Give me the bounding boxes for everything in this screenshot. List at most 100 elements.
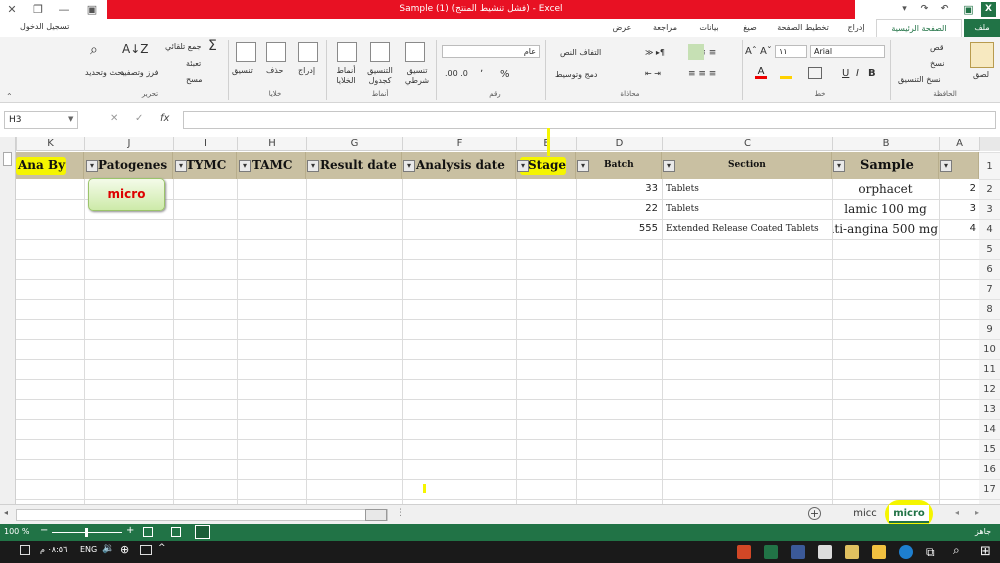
- row-header[interactable]: 5: [979, 239, 1000, 259]
- row-header[interactable]: 3: [979, 199, 1000, 219]
- row-header[interactable]: 7: [979, 279, 1000, 299]
- cell-d4[interactable]: 555: [577, 219, 660, 239]
- filter-dropdown-j[interactable]: ▾: [175, 160, 187, 172]
- orientation-icons[interactable]: ≫ ▸¶: [645, 48, 665, 57]
- page-break-view-icon[interactable]: [143, 527, 153, 537]
- taskbar-clock[interactable]: ٠٨:٥٦ م: [40, 545, 67, 554]
- copy-button[interactable]: نسخ: [930, 59, 945, 68]
- indent-icons[interactable]: ⇤ ⇥: [645, 69, 661, 78]
- column-header-h[interactable]: H: [237, 137, 306, 151]
- filter-dropdown-c[interactable]: ▾: [833, 160, 845, 172]
- cell-b3[interactable]: lamic 100 mg: [833, 199, 938, 219]
- row-header[interactable]: 9: [979, 319, 1000, 339]
- autosum-button[interactable]: جمع تلقائي: [165, 42, 202, 51]
- column-header-b[interactable]: B: [832, 137, 939, 151]
- find-select-icon[interactable]: ⌕: [90, 42, 98, 58]
- sheet-nav-next-icon[interactable]: ▸: [975, 508, 979, 517]
- network-icon[interactable]: ⊕: [120, 543, 129, 556]
- ribbon-display-options-icon[interactable]: ▣: [80, 0, 104, 19]
- name-box[interactable]: H3: [4, 111, 78, 129]
- sheet-tab-micro[interactable]: micro: [889, 505, 929, 523]
- row-header[interactable]: 6: [979, 259, 1000, 279]
- align-horizontal-icons[interactable]: ≡ ≡ ≡: [688, 69, 716, 79]
- volume-icon[interactable]: 🔉: [102, 543, 114, 554]
- cell-c4[interactable]: Extended Release Coated Tablets: [666, 219, 831, 239]
- row-header[interactable]: 17: [979, 479, 1000, 499]
- micro-button[interactable]: micro: [88, 178, 165, 211]
- paste-button[interactable]: لصق: [973, 70, 989, 79]
- close-window-button[interactable]: ✕: [0, 0, 24, 19]
- collapse-ribbon-icon[interactable]: ⌃: [6, 92, 13, 101]
- cell-styles-icon[interactable]: [337, 42, 357, 62]
- name-box-dropdown-icon[interactable]: ▼: [68, 115, 73, 123]
- row-header[interactable]: 2: [979, 179, 1000, 199]
- mail-icon[interactable]: [818, 545, 832, 559]
- row-header[interactable]: 16: [979, 459, 1000, 479]
- store-icon[interactable]: [845, 545, 859, 559]
- autosum-icon[interactable]: Σ: [208, 38, 217, 54]
- column-header-i[interactable]: I: [173, 137, 237, 151]
- task-view-icon[interactable]: ⧉: [926, 545, 935, 560]
- borders-icon[interactable]: [808, 67, 822, 79]
- comma-button[interactable]: ٬: [480, 69, 483, 80]
- row-header[interactable]: 15: [979, 439, 1000, 459]
- column-header-f[interactable]: F: [402, 137, 516, 151]
- insert-cells-button[interactable]: إدراج: [298, 66, 315, 75]
- split-handle-icon[interactable]: ⋮: [396, 508, 405, 518]
- row-header[interactable]: 12: [979, 379, 1000, 399]
- horizontal-scrollbar[interactable]: [16, 509, 388, 521]
- tab-data[interactable]: بيانات: [688, 19, 730, 37]
- column-header-g[interactable]: G: [306, 137, 402, 151]
- decimal-icons[interactable]: .00 .0: [445, 69, 468, 78]
- row-header[interactable]: 11: [979, 359, 1000, 379]
- scroll-thumb[interactable]: [3, 152, 12, 166]
- restore-window-button[interactable]: ❐: [26, 0, 50, 19]
- filter-dropdown-h[interactable]: ▾: [307, 160, 319, 172]
- delete-cells-icon[interactable]: [266, 42, 286, 62]
- tab-formulas[interactable]: صيغ: [732, 19, 768, 37]
- zoom-out-icon[interactable]: −: [40, 525, 48, 536]
- redo-icon[interactable]: ↷: [917, 2, 932, 17]
- row-header[interactable]: 4: [979, 219, 1000, 239]
- merge-center-button[interactable]: دمج وتوسيط: [555, 70, 598, 79]
- search-icon[interactable]: ⌕: [953, 543, 960, 558]
- zoom-level[interactable]: 100 %: [4, 527, 29, 536]
- filter-dropdown-k[interactable]: ▾: [86, 160, 98, 172]
- sort-filter-button[interactable]: فرز وتصفية: [120, 68, 158, 77]
- font-size-select[interactable]: ١١: [775, 45, 807, 58]
- zoom-slider-thumb[interactable]: [85, 528, 88, 537]
- column-header-c[interactable]: C: [662, 137, 832, 151]
- enter-entry-icon[interactable]: ✓: [135, 113, 143, 124]
- insert-cells-icon[interactable]: [298, 42, 318, 62]
- powerpoint-icon[interactable]: [737, 545, 751, 559]
- cell-d2[interactable]: 33: [577, 179, 660, 199]
- font-color-icon[interactable]: A: [755, 67, 767, 79]
- clear-button[interactable]: مسح: [186, 75, 203, 84]
- show-hidden-icons[interactable]: ^: [158, 543, 166, 553]
- delete-cells-button[interactable]: حذف: [266, 66, 283, 75]
- facebook-icon[interactable]: [791, 545, 805, 559]
- fill-color-icon[interactable]: [780, 67, 792, 79]
- save-icon[interactable]: ▣: [961, 2, 976, 17]
- scroll-left-icon[interactable]: ◂: [4, 508, 14, 518]
- select-all-corner[interactable]: [979, 137, 1000, 151]
- format-cells-icon[interactable]: [236, 42, 256, 62]
- filter-dropdown-i[interactable]: ▾: [239, 160, 251, 172]
- tab-insert[interactable]: إدراج: [838, 19, 874, 37]
- cell-b4[interactable]: nti-angina 500 mg: [833, 219, 938, 239]
- sign-in-link[interactable]: تسجيل الدخول: [20, 22, 69, 31]
- row-header[interactable]: 14: [979, 419, 1000, 439]
- cut-button[interactable]: قص: [930, 43, 944, 52]
- language-indicator[interactable]: ENG: [80, 545, 97, 554]
- formula-input[interactable]: [183, 111, 996, 129]
- row-header[interactable]: 10: [979, 339, 1000, 359]
- tab-file[interactable]: ملف: [964, 19, 1000, 37]
- cell-d3[interactable]: 22: [577, 199, 660, 219]
- number-format-select[interactable]: عام: [442, 45, 540, 58]
- cancel-entry-icon[interactable]: ✕: [110, 113, 118, 124]
- column-header-j[interactable]: J: [84, 137, 173, 151]
- filter-dropdown-b[interactable]: ▾: [940, 160, 952, 172]
- row-header[interactable]: 13: [979, 399, 1000, 419]
- page-layout-view-icon[interactable]: [171, 527, 181, 537]
- column-header-k[interactable]: K: [16, 137, 84, 151]
